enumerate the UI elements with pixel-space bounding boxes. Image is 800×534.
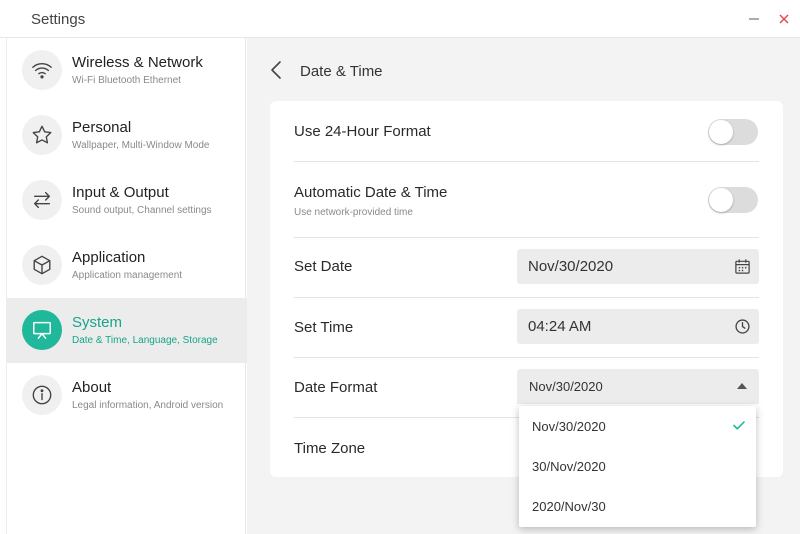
info-icon — [22, 375, 62, 415]
sidebar-item-system[interactable]: System Date & Time, Language, Storage — [7, 298, 247, 363]
close-icon — [779, 14, 789, 24]
set-time-field[interactable]: 04:24 AM — [517, 309, 759, 344]
divider — [294, 357, 759, 358]
calendar-icon — [735, 259, 750, 274]
divider — [294, 297, 759, 298]
monitor-icon — [22, 310, 62, 350]
date-format-option[interactable]: Nov/30/2020 — [519, 406, 756, 446]
divider — [294, 161, 759, 162]
sidebar-item-title: System — [72, 314, 123, 331]
date-format-dropdown: Nov/30/2020 30/Nov/2020 2020/Nov/30 — [519, 406, 756, 527]
option-label: Nov/30/2020 — [532, 419, 606, 434]
automatic-date-time-toggle[interactable] — [708, 187, 758, 213]
sidebar-item-subtitle: Date & Time, Language, Storage — [72, 335, 218, 346]
chevron-left-icon — [271, 61, 281, 79]
settings-window: Settings Wireless & Network Wi-Fi Blueto… — [0, 0, 800, 534]
star-icon — [22, 115, 62, 155]
minus-icon — [749, 18, 759, 20]
date-format-option[interactable]: 30/Nov/2020 — [519, 446, 756, 486]
swap-arrows-icon — [22, 180, 62, 220]
sidebar-item-title: Application — [72, 249, 146, 266]
use-24-hour-label: Use 24-Hour Format — [294, 123, 431, 140]
set-date-field[interactable]: Nov/30/2020 — [517, 249, 759, 284]
set-time-label: Set Time — [294, 319, 354, 336]
option-label: 2020/Nov/30 — [532, 499, 606, 514]
sidebar: Wireless & Network Wi-Fi Bluetooth Ether… — [6, 38, 247, 534]
clock-icon — [735, 319, 750, 334]
caret-up-icon — [737, 383, 747, 389]
title-bar: Settings — [0, 0, 800, 38]
cube-icon — [22, 245, 62, 285]
sidebar-item-subtitle: Application management — [72, 270, 183, 281]
sidebar-item-subtitle: Wallpaper, Multi-Window Mode — [72, 140, 210, 151]
check-icon — [733, 421, 745, 430]
automatic-date-time-label: Automatic Date & Time — [294, 184, 448, 201]
date-format-value: Nov/30/2020 — [529, 379, 603, 394]
sidebar-item-application[interactable]: Application Application management — [7, 233, 247, 298]
sidebar-item-title: Wireless & Network — [72, 54, 203, 71]
close-button[interactable] — [774, 8, 794, 30]
sidebar-item-subtitle: Wi-Fi Bluetooth Ethernet — [72, 75, 181, 86]
window-title: Settings — [31, 11, 86, 28]
date-format-option[interactable]: 2020/Nov/30 — [519, 486, 756, 526]
divider — [294, 237, 759, 238]
automatic-date-time-subtitle: Use network-provided time — [294, 207, 413, 218]
page-title: Date & Time — [300, 63, 383, 80]
sidebar-item-title: Personal — [72, 119, 132, 136]
sidebar-item-about[interactable]: About Legal information, Android version — [7, 363, 247, 428]
sidebar-item-subtitle: Legal information, Android version — [72, 400, 224, 411]
option-label: 30/Nov/2020 — [532, 459, 606, 474]
use-24-hour-toggle[interactable] — [708, 119, 758, 145]
time-zone-label: Time Zone — [294, 440, 366, 457]
back-button[interactable] — [269, 58, 285, 82]
wifi-icon — [22, 50, 62, 90]
set-time-value: 04:24 AM — [528, 318, 592, 335]
toggle-knob — [709, 188, 733, 212]
sidebar-item-subtitle: Sound output, Channel settings — [72, 205, 212, 216]
sidebar-item-title: Input & Output — [72, 184, 169, 201]
sidebar-item-title: About — [72, 379, 112, 396]
sidebar-item-input-output[interactable]: Input & Output Sound output, Channel set… — [7, 168, 247, 233]
toggle-knob — [709, 120, 733, 144]
sidebar-item-wireless-network[interactable]: Wireless & Network Wi-Fi Bluetooth Ether… — [7, 38, 247, 103]
date-format-select[interactable]: Nov/30/2020 — [517, 369, 759, 404]
set-date-value: Nov/30/2020 — [528, 258, 614, 275]
sidebar-item-personal[interactable]: Personal Wallpaper, Multi-Window Mode — [7, 103, 247, 168]
date-format-label: Date Format — [294, 379, 378, 396]
minimize-button[interactable] — [744, 8, 764, 30]
set-date-label: Set Date — [294, 258, 353, 275]
